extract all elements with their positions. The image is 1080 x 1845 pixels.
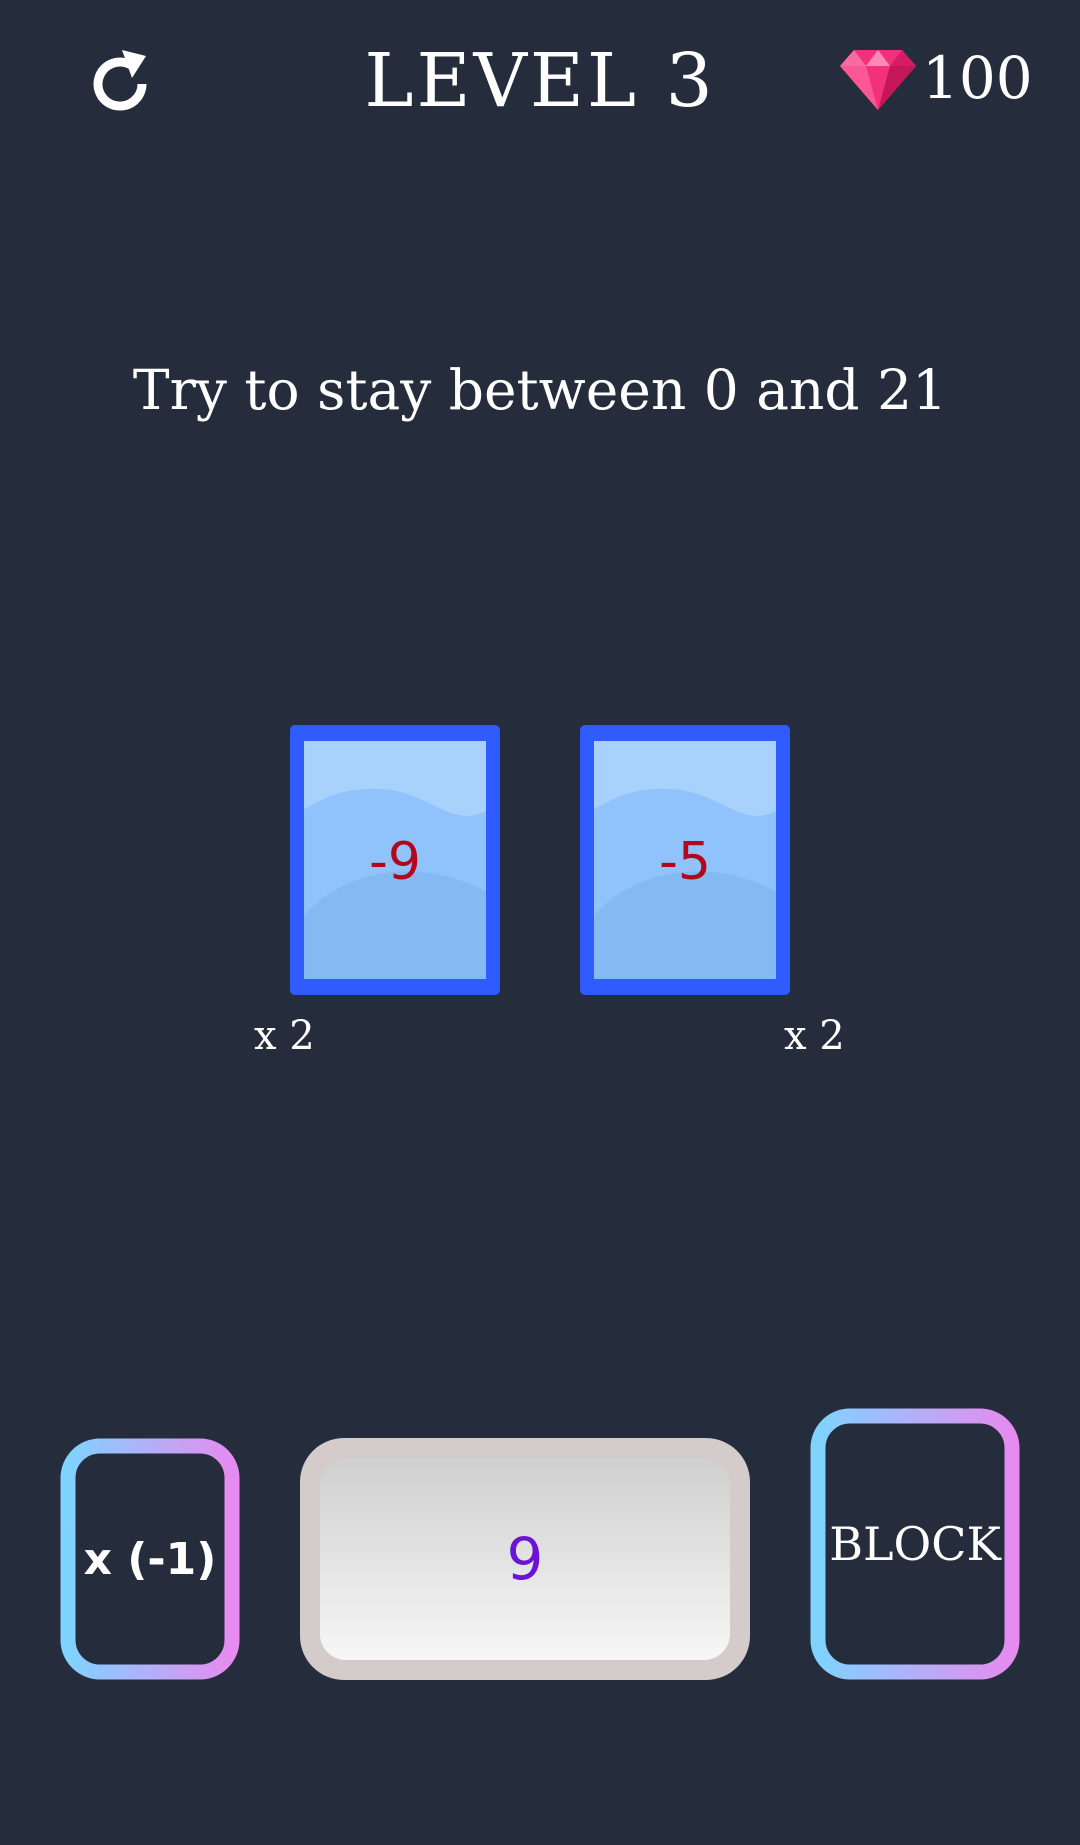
number-card[interactable]: -5 xyxy=(580,725,790,995)
card-multiplier: x 2 xyxy=(254,1013,315,1059)
current-value: 9 xyxy=(506,1525,544,1593)
restart-icon xyxy=(93,50,147,111)
gem-icon xyxy=(840,48,916,112)
block-button-label: BLOCK xyxy=(829,1517,1001,1571)
negate-button-label: x (-1) xyxy=(83,1533,217,1585)
current-value-panel: 9 xyxy=(320,1458,730,1660)
instruction-text: Try to stay between 0 and 21 xyxy=(132,358,948,422)
level-title: LEVEL 3 xyxy=(364,38,716,124)
gem-count: 100 xyxy=(922,44,1033,112)
number-card[interactable]: -9 xyxy=(290,725,500,995)
card-multiplier: x 2 xyxy=(784,1013,845,1059)
card-value: -5 xyxy=(659,832,711,892)
current-value-display: 9 xyxy=(300,1438,750,1680)
card-value: -9 xyxy=(369,832,421,892)
negate-button[interactable]: x (-1) xyxy=(60,1438,240,1680)
block-button[interactable]: BLOCK xyxy=(810,1408,1020,1680)
restart-button[interactable] xyxy=(80,44,160,124)
